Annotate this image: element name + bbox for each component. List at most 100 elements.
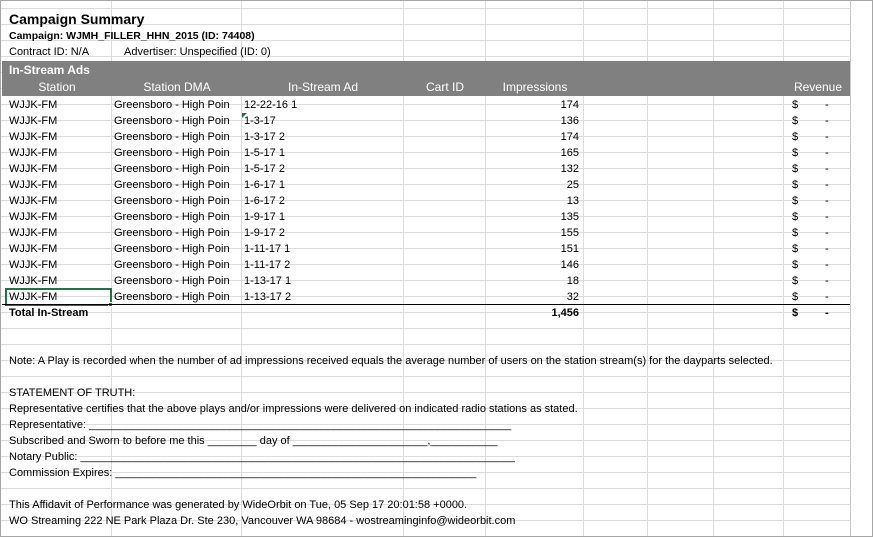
section-title: In-Stream Ads	[9, 63, 90, 77]
revenue-currency-cell[interactable]: $	[792, 209, 806, 225]
in-stream-ad-cell[interactable]: 1-6-17 2	[244, 193, 402, 209]
revenue-cell[interactable]: -	[825, 97, 839, 113]
advertiser-label: Advertiser: Unspecified (ID: 0)	[124, 46, 271, 58]
station-cell[interactable]: WJJK-FM	[9, 177, 109, 193]
station-cell[interactable]: WJJK-FM	[9, 129, 109, 145]
impressions-cell[interactable]: 146	[485, 257, 579, 273]
revenue-currency-cell[interactable]: $	[792, 177, 806, 193]
impressions-cell[interactable]: 32	[485, 289, 579, 305]
in-stream-ad-cell[interactable]: 1-9-17 1	[244, 209, 402, 225]
in-stream-ad-cell[interactable]: 1-13-17 2	[244, 289, 402, 305]
revenue-currency-cell[interactable]: $	[792, 145, 806, 161]
revenue-currency-cell[interactable]: $	[792, 161, 806, 177]
revenue-cell[interactable]: -	[825, 177, 839, 193]
impressions-cell[interactable]: 155	[485, 225, 579, 241]
revenue-cell[interactable]: -	[825, 129, 839, 145]
revenue-cell[interactable]: -	[825, 113, 839, 129]
revenue-cell[interactable]: -	[825, 289, 839, 305]
impressions-cell[interactable]: 165	[485, 145, 579, 161]
station-cell[interactable]: WJJK-FM	[9, 193, 109, 209]
station-dma-cell[interactable]: Greensboro - High Poin	[114, 113, 240, 129]
station-cell[interactable]: WJJK-FM	[9, 241, 109, 257]
impressions-cell[interactable]: 13	[485, 193, 579, 209]
revenue-cell[interactable]: -	[825, 273, 839, 289]
statement-heading: STATEMENT OF TRUTH:	[9, 387, 136, 399]
in-stream-ad-cell[interactable]: 12-22-16 1	[244, 97, 402, 113]
revenue-cell[interactable]: -	[825, 145, 839, 161]
company-address: WO Streaming 222 NE Park Plaza Dr. Ste 2…	[9, 515, 516, 527]
revenue-currency-cell[interactable]: $	[792, 97, 806, 113]
revenue-cell[interactable]: -	[825, 161, 839, 177]
in-stream-ad-cell[interactable]: 1-5-17 1	[244, 145, 402, 161]
cell-comment-marker	[242, 113, 247, 118]
column-header-cart-id: Cart ID	[425, 80, 464, 94]
station-dma-cell[interactable]: Greensboro - High Poin	[114, 129, 240, 145]
in-stream-header-band: In-Stream Ads Station Station DMA In-Str…	[2, 61, 851, 96]
in-stream-ad-cell[interactable]: 1-5-17 2	[244, 161, 402, 177]
in-stream-ad-cell[interactable]: 1-13-17 1	[244, 273, 402, 289]
station-dma-cell[interactable]: Greensboro - High Poin	[114, 289, 240, 305]
station-dma-cell[interactable]: Greensboro - High Poin	[114, 241, 240, 257]
total-separator	[2, 304, 851, 305]
station-cell[interactable]: WJJK-FM	[9, 273, 109, 289]
station-cell[interactable]: WJJK-FM	[9, 161, 109, 177]
revenue-cell[interactable]: -	[825, 193, 839, 209]
impressions-cell[interactable]: 174	[485, 97, 579, 113]
statement-certification: Representative certifies that the above …	[9, 403, 578, 415]
total-currency: $	[792, 307, 799, 319]
station-cell[interactable]: WJJK-FM	[9, 209, 109, 225]
revenue-cell[interactable]: -	[825, 241, 839, 257]
right-window-edge	[850, 1, 872, 536]
in-stream-ad-cell[interactable]: 1-11-17 2	[244, 257, 402, 273]
station-dma-cell[interactable]: Greensboro - High Poin	[114, 193, 240, 209]
in-stream-ad-cell[interactable]: 1-11-17 1	[244, 241, 402, 257]
station-dma-cell[interactable]: Greensboro - High Poin	[114, 161, 240, 177]
revenue-cell[interactable]: -	[825, 257, 839, 273]
column-header-station: Station	[38, 80, 76, 94]
impressions-cell[interactable]: 132	[485, 161, 579, 177]
revenue-currency-cell[interactable]: $	[792, 273, 806, 289]
column-header-ad: In-Stream Ad	[287, 80, 359, 94]
station-cell[interactable]: WJJK-FM	[9, 145, 109, 161]
notary-public-line: Notary Public: _________________________…	[9, 451, 515, 463]
sworn-date-line: Subscribed and Sworn to before me this _…	[9, 435, 498, 447]
column-header-impressions: Impressions	[502, 80, 568, 94]
impressions-cell[interactable]: 136	[485, 113, 579, 129]
impressions-cell[interactable]: 18	[485, 273, 579, 289]
column-header-dma: Station DMA	[143, 80, 211, 94]
station-dma-cell[interactable]: Greensboro - High Poin	[114, 273, 240, 289]
station-dma-cell[interactable]: Greensboro - High Poin	[114, 177, 240, 193]
revenue-currency-cell[interactable]: $	[792, 289, 806, 305]
revenue-cell[interactable]: -	[825, 209, 839, 225]
station-cell[interactable]: WJJK-FM	[9, 257, 109, 273]
impressions-cell[interactable]: 174	[485, 129, 579, 145]
in-stream-ad-cell[interactable]: 1-3-17 2	[244, 129, 402, 145]
revenue-currency-cell[interactable]: $	[792, 113, 806, 129]
in-stream-ad-cell[interactable]: 1-9-17 2	[244, 225, 402, 241]
revenue-currency-cell[interactable]: $	[792, 129, 806, 145]
representative-signature-line: Representative: ________________________…	[9, 419, 512, 431]
revenue-cell[interactable]: -	[825, 225, 839, 241]
station-cell[interactable]: WJJK-FM	[9, 113, 109, 129]
total-impressions: 1,456	[551, 307, 579, 319]
generated-by-text: This Affidavit of Performance was genera…	[9, 499, 468, 511]
total-revenue: -	[825, 307, 829, 319]
station-dma-cell[interactable]: Greensboro - High Poin	[114, 97, 240, 113]
revenue-currency-cell[interactable]: $	[792, 241, 806, 257]
station-dma-cell[interactable]: Greensboro - High Poin	[114, 209, 240, 225]
revenue-currency-cell[interactable]: $	[792, 193, 806, 209]
spreadsheet-window: Campaign Summary Campaign: WJMH_FILLER_H…	[0, 0, 873, 537]
revenue-currency-cell[interactable]: $	[792, 257, 806, 273]
impressions-cell[interactable]: 151	[485, 241, 579, 257]
station-dma-cell[interactable]: Greensboro - High Poin	[114, 145, 240, 161]
revenue-currency-cell[interactable]: $	[792, 225, 806, 241]
in-stream-ad-cell[interactable]: 1-3-17	[244, 113, 402, 129]
in-stream-ad-cell[interactable]: 1-6-17 1	[244, 177, 402, 193]
station-cell[interactable]: WJJK-FM	[9, 225, 109, 241]
commission-expires-line: Commission Expires: ____________________…	[9, 467, 477, 479]
impressions-cell[interactable]: 135	[485, 209, 579, 225]
station-dma-cell[interactable]: Greensboro - High Poin	[114, 257, 240, 273]
impressions-cell[interactable]: 25	[485, 177, 579, 193]
station-dma-cell[interactable]: Greensboro - High Poin	[114, 225, 240, 241]
station-cell[interactable]: WJJK-FM	[9, 97, 109, 113]
